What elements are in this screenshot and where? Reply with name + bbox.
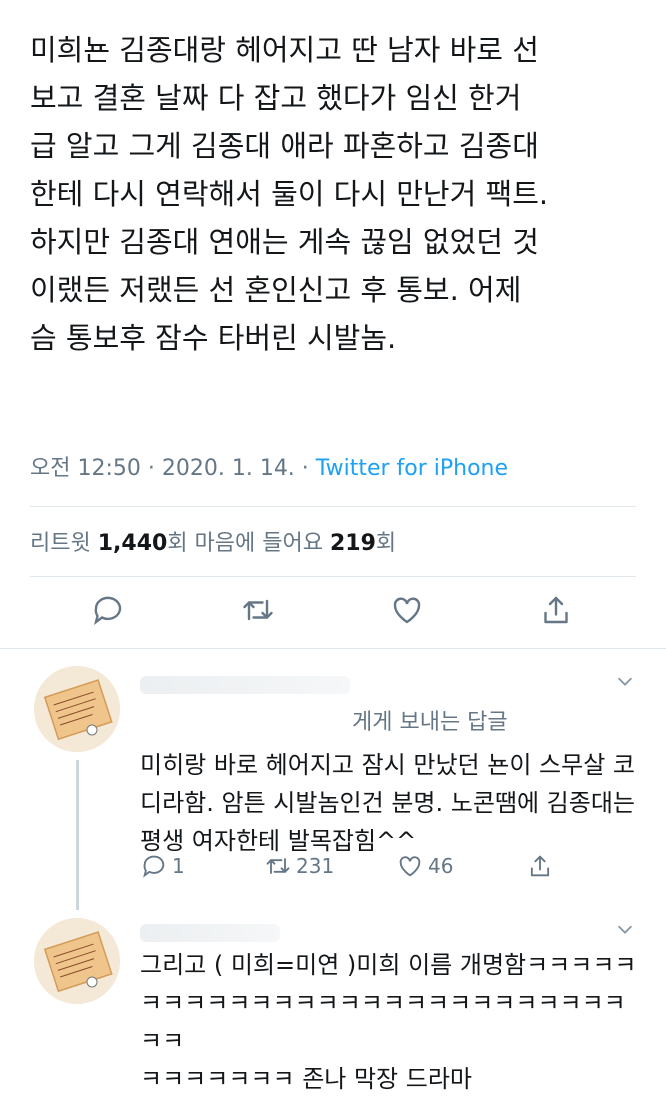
likes-stat[interactable]: 마음에 들어요 219회 (195, 531, 397, 556)
reply-retweet-action[interactable]: 231 (264, 852, 334, 880)
retweets-unit: 회 (167, 531, 195, 556)
retweet-count: 231 (296, 854, 335, 878)
tweet-source-link[interactable]: Twitter for iPhone (316, 456, 508, 481)
reply-like-action[interactable]: 46 (396, 852, 453, 880)
reply-tweet[interactable]: 게게 보내는 답글 미히랑 바로 헤어지고 잠시 만났던 뇬이 스무살 코 디라… (0, 650, 666, 910)
like-count: 46 (428, 854, 454, 878)
likes-label: 마음에 들어요 (194, 531, 330, 556)
share-icon (530, 855, 550, 877)
retweet-icon (266, 858, 290, 874)
chevron-down-icon[interactable] (614, 670, 636, 692)
reply-to-label: 게게 보내는 답글 (352, 710, 508, 735)
meta-separator: · (294, 456, 316, 481)
reply-actions: 1 231 46 (140, 852, 640, 886)
reply-text: 그리고 ( 미희=미연 )미희 이름 개명함ㅋㅋㅋㅋㅋ ㅋㅋㅋㅋㅋㅋㅋㅋㅋㅋㅋㅋ… (140, 951, 637, 1093)
tweet-text: 미희뇬 김종대랑 헤어지고 딴 남자 바로 선 보고 결혼 날짜 다 잡고 했다… (30, 33, 549, 355)
tweet-date: 2020. 1. 14. (161, 456, 295, 481)
likes-count: 219 (329, 531, 376, 556)
chevron-down-icon[interactable] (614, 918, 636, 940)
reply-count: 1 (172, 854, 185, 878)
author-name-blurred (140, 924, 280, 942)
tweet-meta: 오전 12:50 · 2020. 1. 14. · Twitter for iP… (30, 450, 508, 482)
tweet-time: 오전 12:50 (30, 456, 141, 481)
like-icon (399, 856, 421, 877)
retweets-count: 1,440 (97, 531, 168, 556)
reply-tweet[interactable]: 그리고 ( 미희=미연 )미희 이름 개명함ㅋㅋㅋㅋㅋ ㅋㅋㅋㅋㅋㅋㅋㅋㅋㅋㅋㅋ… (0, 900, 666, 1093)
meta-separator: · (140, 456, 162, 481)
retweets-label: 리트윗 (30, 531, 98, 556)
thread-line (76, 760, 79, 910)
divider (30, 506, 636, 507)
retweet-icon[interactable] (240, 592, 276, 628)
reply-icon (143, 855, 165, 878)
tweet-stats: 리트윗 1,440회 마음에 들어요 219회 (30, 525, 396, 557)
reply-share-action[interactable] (526, 852, 554, 880)
author-name-blurred (140, 676, 350, 694)
tweet-actions (0, 592, 666, 636)
reply-icon[interactable] (90, 592, 126, 628)
share-icon[interactable] (538, 592, 574, 628)
likes-unit: 회 (375, 531, 397, 556)
retweets-stat[interactable]: 리트윗 1,440회 (30, 531, 195, 556)
avatar[interactable] (34, 918, 120, 1004)
divider (30, 576, 636, 577)
divider (0, 648, 666, 649)
avatar[interactable] (34, 666, 120, 752)
like-icon[interactable] (389, 592, 425, 628)
reply-text: 미히랑 바로 헤어지고 잠시 만났던 뇬이 스무살 코 디라함. 암튼 시발놈인… (140, 751, 636, 855)
reply-reply-action[interactable]: 1 (140, 852, 185, 880)
